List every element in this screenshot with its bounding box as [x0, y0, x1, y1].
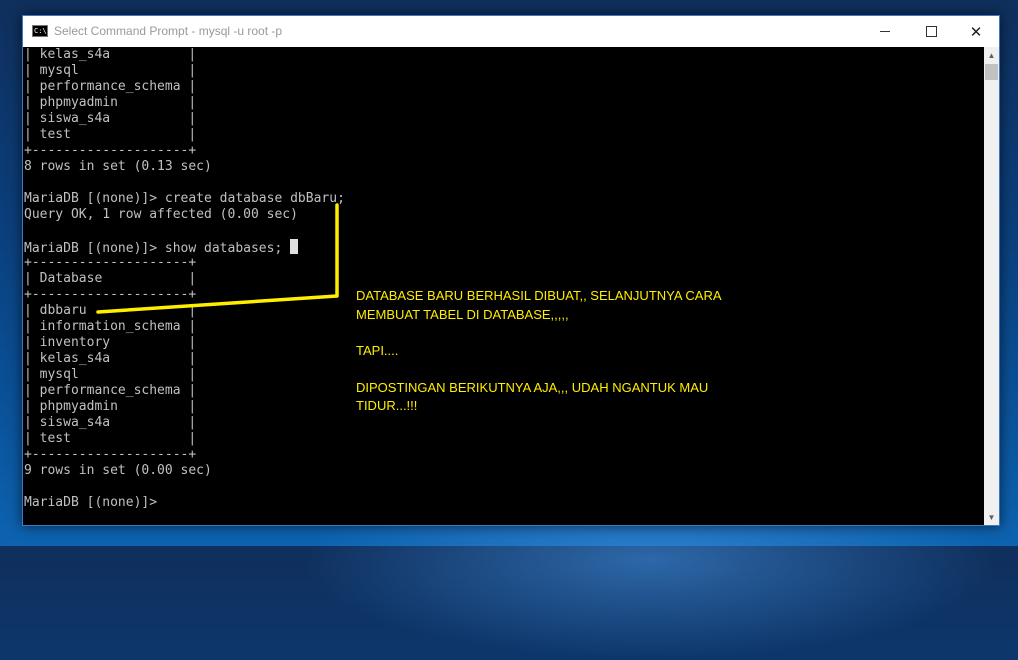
command-prompt-window[interactable]: C:\ Select Command Prompt - mysql -u roo… — [22, 15, 1000, 526]
console-line: MariaDB [(none)]> show databases; — [24, 239, 984, 256]
close-button[interactable]: ✕ — [953, 16, 999, 47]
title-bar[interactable]: C:\ Select Command Prompt - mysql -u roo… — [23, 16, 999, 47]
console-output[interactable]: | kelas_s4a | | mysql | | performance_sche… — [23, 47, 984, 525]
scroll-down-icon[interactable]: ▼ — [984, 509, 999, 525]
console-line: MariaDB [(none)]> — [24, 495, 165, 510]
minimize-button[interactable] — [862, 16, 908, 47]
command-prompt-icon[interactable]: C:\ — [32, 25, 48, 37]
annotation-line-5: TIDUR...!!! — [356, 398, 418, 413]
console-line: | test | — [24, 127, 197, 142]
annotation-line-2: MEMBUAT TABEL DI DATABASE,,,,, — [356, 306, 569, 322]
console-line: | phpmyadmin | — [24, 95, 197, 110]
close-icon: ✕ — [969, 22, 983, 41]
scrollbar-thumb[interactable] — [985, 64, 998, 80]
console-line: +--------------------+ — [24, 143, 197, 158]
console-line: | mysql | — [24, 63, 197, 78]
console-text: | kelas_s4a | | mysql | | performance_sche… — [23, 47, 984, 511]
console-line: | performance_schema | — [24, 79, 197, 94]
window-title: Select Command Prompt - mysql -u root -p — [54, 24, 283, 38]
maximize-icon — [925, 26, 937, 37]
console-line: 9 rows in set (0.00 sec) — [24, 463, 212, 478]
console-line: Query OK, 1 row affected (0.00 sec) — [24, 207, 298, 222]
console-line: 8 rows in set (0.13 sec) — [24, 159, 212, 174]
console-line: +--------------------+ — [24, 255, 197, 270]
annotation-text: DATABASE BARU BERHASIL DIBUAT,, SELANJUT… — [356, 287, 756, 416]
console-line: | test | — [24, 431, 197, 446]
console-line: +--------------------+ — [24, 447, 197, 462]
console-line: | siswa_s4a | — [24, 111, 197, 126]
annotation-line-1: DATABASE BARU BERHASIL DIBUAT,, SELANJUT… — [356, 288, 722, 303]
scroll-up-icon[interactable]: ▲ — [984, 47, 999, 63]
console-line: | kelas_s4a | — [24, 47, 197, 62]
minimize-icon — [880, 31, 890, 32]
console-line: MariaDB [(none)]> create database dbBaru… — [24, 191, 345, 206]
annotation-line-4: DIPOSTINGAN BERIKUTNYA AJA,,, UDAH NGANT… — [356, 379, 709, 395]
annotation-line-3: TAPI.... — [356, 343, 399, 358]
console-line: | siswa_s4a | — [24, 415, 197, 430]
text-cursor — [290, 239, 299, 254]
vertical-scrollbar[interactable]: ▲ ▼ — [984, 47, 999, 525]
maximize-button[interactable] — [908, 16, 954, 47]
console-line: | Database | — [24, 271, 197, 286]
